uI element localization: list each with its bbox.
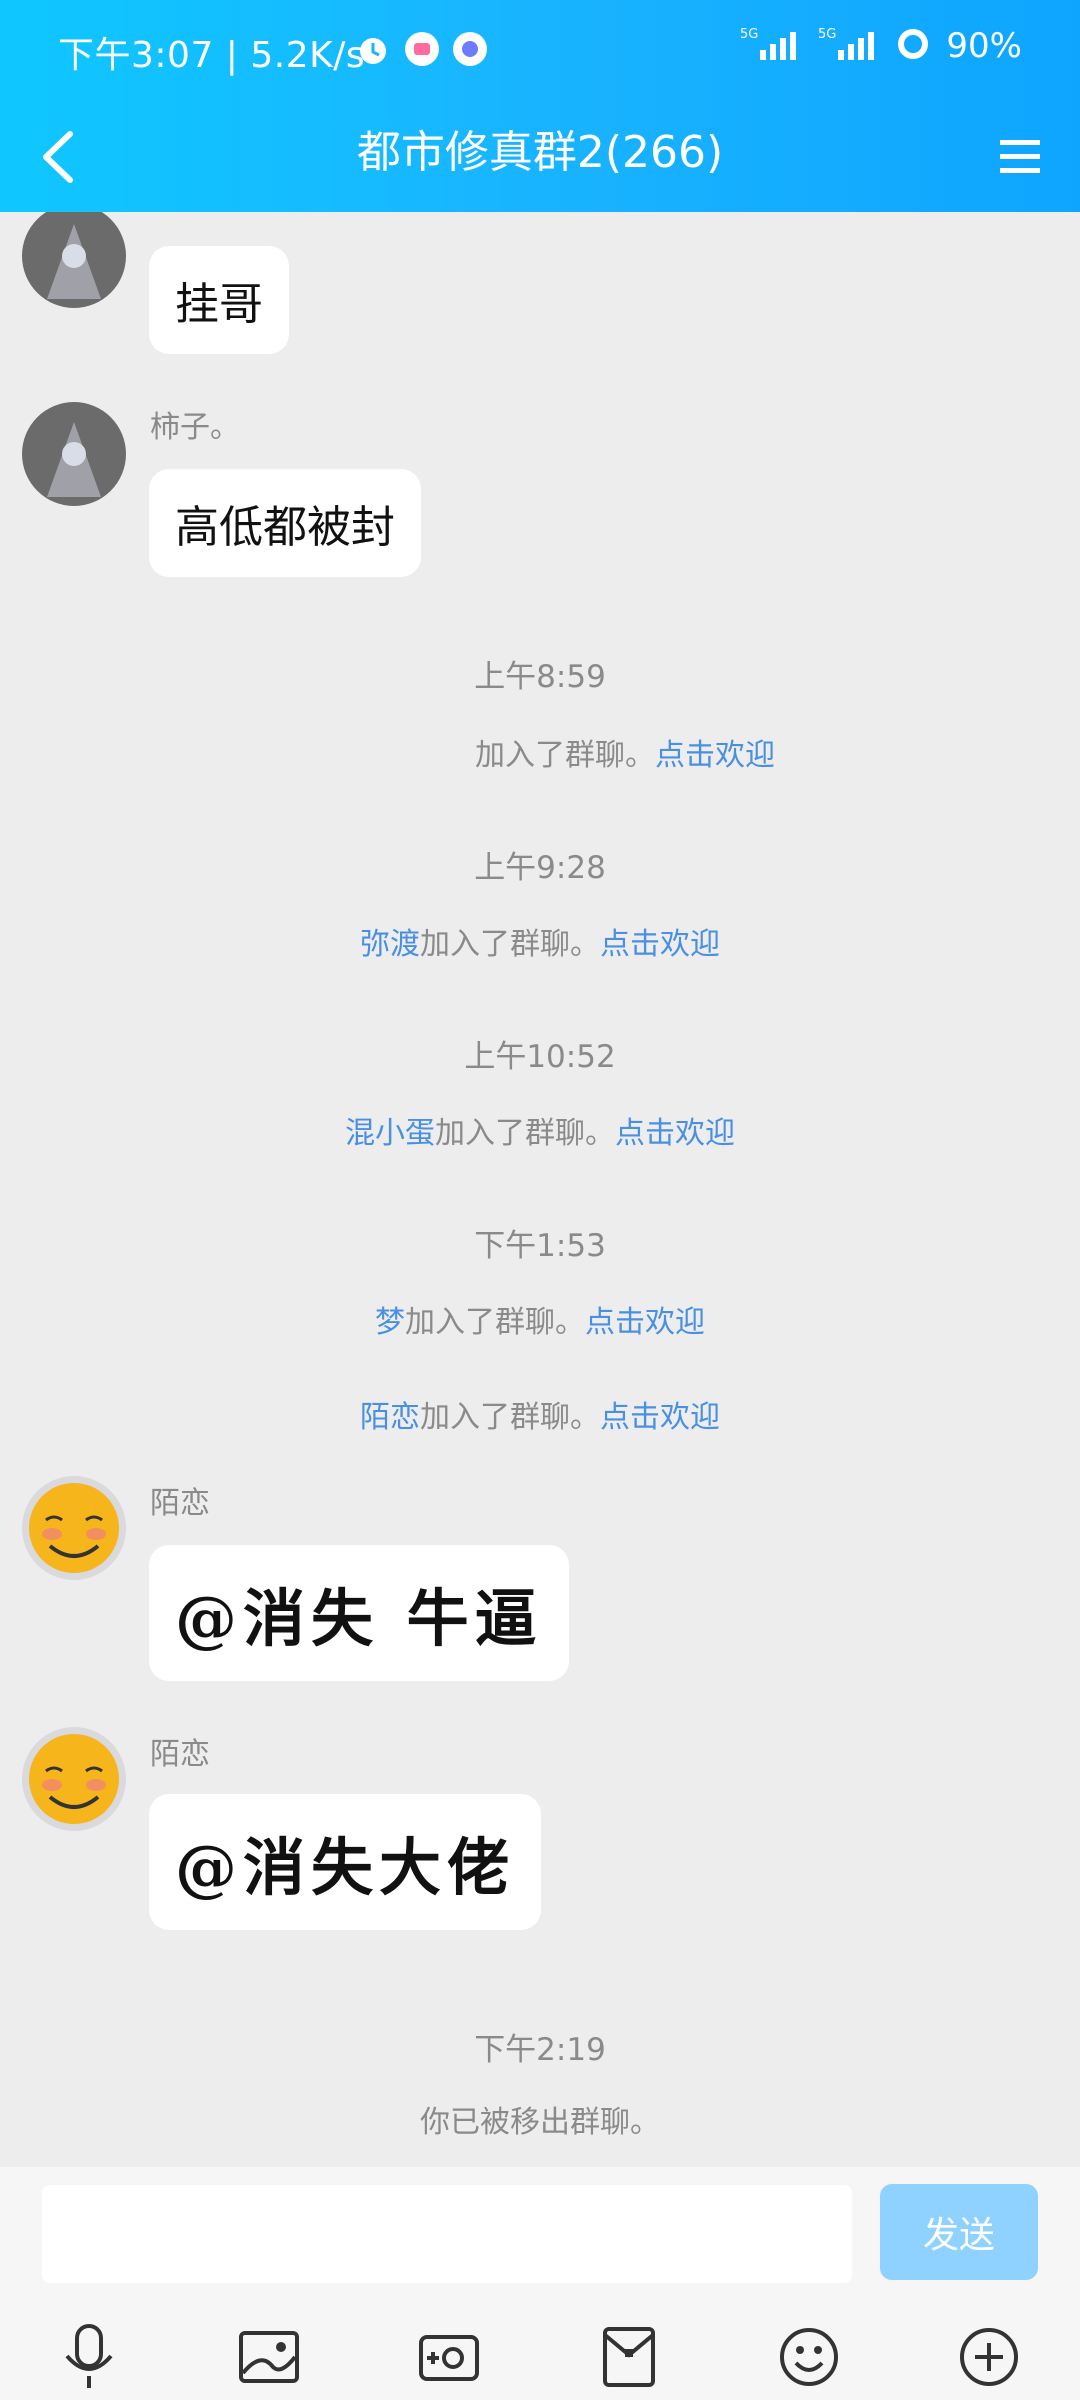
system-text: 加入了群聊。 — [405, 1305, 585, 1340]
alarm-icon — [355, 32, 391, 72]
microphone-icon — [65, 2324, 113, 2388]
timestamp: 上午8:59 — [474, 659, 606, 695]
sender-name: 陌恋 — [150, 1737, 210, 1772]
plus-icon — [960, 2328, 1018, 2386]
timestamp: 上午9:28 — [474, 850, 606, 886]
svg-text:5G: 5G — [740, 27, 758, 42]
message-bubble[interactable]: @消失大佬 — [149, 1794, 542, 1930]
welcome-link[interactable]: 点击欢迎 — [600, 1400, 720, 1435]
image-button[interactable] — [229, 2317, 309, 2397]
svg-text:5G: 5G — [818, 27, 836, 42]
system-text: 加入了群聊。 — [435, 1116, 615, 1151]
user-link[interactable]: 陌恋 — [360, 1400, 420, 1435]
welcome-link[interactable]: 点击欢迎 — [655, 738, 775, 773]
timestamp: 下午2:19 — [474, 2032, 606, 2068]
message-composer: 发送 — [0, 2167, 1080, 2400]
system-text: 加入了群聊。 — [420, 927, 600, 962]
app-notification-icon — [405, 32, 439, 66]
timestamp: 下午1:53 — [474, 1228, 606, 1264]
system-text: 加入了群聊。 — [420, 1400, 600, 1435]
more-button[interactable] — [949, 2317, 1029, 2397]
page-title: 都市修真群2(266) — [356, 127, 724, 178]
welcome-link[interactable]: 点击欢迎 — [600, 927, 720, 962]
system-message: 梦加入了群聊。点击欢迎 — [0, 1297, 1080, 1341]
sender-name: 柿子。 — [150, 410, 240, 445]
welcome-link[interactable]: 点击欢迎 — [615, 1116, 735, 1151]
avatar[interactable] — [22, 1476, 126, 1580]
message-bubble[interactable]: 挂哥 — [149, 246, 289, 354]
status-time-speed: 下午3:07 | 5.2K/s — [58, 35, 366, 76]
system-message: 弥渡加入了群聊。点击欢迎 — [0, 919, 1080, 963]
smiley-avatar-icon — [22, 1727, 126, 1831]
battery-level: 90% — [946, 26, 1022, 66]
signal-icon: 5G — [740, 26, 802, 66]
user-link[interactable]: 梦 — [375, 1305, 405, 1340]
system-text: 加入了群聊。 — [475, 738, 655, 773]
camera-icon — [419, 2335, 479, 2381]
image-icon — [239, 2331, 299, 2383]
system-message: 陌恋加入了群聊。点击欢迎 — [0, 1392, 1080, 1436]
battery-icon — [896, 27, 930, 65]
welcome-link[interactable]: 点击欢迎 — [585, 1305, 705, 1340]
system-message: 混小蛋加入了群聊。点击欢迎 — [0, 1108, 1080, 1152]
status-right: 5G 5G 90% — [740, 26, 1022, 66]
emoji-button[interactable] — [769, 2317, 849, 2397]
top-bar: 下午3:07 | 5.2K/s 5G 5G 90% 都市修真群2(266) — [0, 0, 1080, 212]
app-notification-icon — [453, 32, 487, 66]
title-bar: 都市修真群2(266) — [0, 100, 1080, 212]
send-button[interactable]: 发送 — [880, 2184, 1038, 2280]
red-envelope-button[interactable] — [589, 2317, 669, 2397]
status-bar: 下午3:07 | 5.2K/s 5G 5G 90% — [0, 0, 1080, 100]
status-icons — [355, 32, 487, 72]
timestamp: 上午10:52 — [464, 1039, 616, 1075]
user-link[interactable]: 弥渡 — [360, 927, 420, 962]
message-input[interactable] — [42, 2185, 852, 2283]
emoji-icon — [780, 2328, 838, 2386]
voice-button[interactable] — [49, 2317, 129, 2397]
toolbar — [0, 2317, 1080, 2397]
message-bubble[interactable]: 高低都被封 — [149, 469, 421, 577]
signal-icon: 5G — [818, 26, 880, 66]
user-link[interactable]: 混小蛋 — [345, 1116, 435, 1151]
system-message: 加入了群聊。点击欢迎 — [170, 730, 1080, 774]
menu-button[interactable] — [984, 122, 1054, 192]
avatar[interactable] — [22, 1727, 126, 1831]
smiley-avatar-icon — [22, 1476, 126, 1580]
hamburger-menu-icon — [1000, 140, 1040, 173]
sender-name: 陌恋 — [150, 1486, 210, 1521]
chat-area[interactable]: 挂哥 柿子。 高低都被封 上午8:59 加入了群聊。点击欢迎 上午9:28 弥渡… — [0, 212, 1080, 2167]
red-envelope-icon — [603, 2327, 655, 2387]
camera-button[interactable] — [409, 2317, 489, 2397]
avatar[interactable] — [22, 212, 126, 308]
avatar[interactable] — [22, 402, 126, 506]
system-message: 你已被移出群聊。 — [420, 2105, 660, 2140]
message-bubble[interactable]: @消失 牛逼 — [149, 1545, 569, 1681]
